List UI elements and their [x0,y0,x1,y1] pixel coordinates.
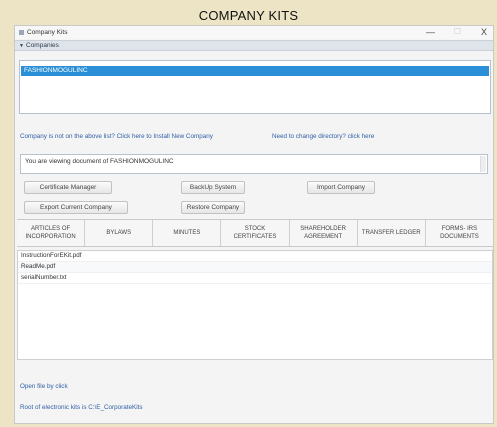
companies-section-header[interactable]: ▼ Companies [15,40,493,51]
tab-bylaws[interactable]: BYLAWS [85,220,154,246]
page-caption: COMPANY KITS [198,8,299,23]
change-directory-link[interactable]: Need to change directory? click here [272,133,374,140]
app-window: Company Kits — ☐ X ▼ Companies FASHIONMO… [14,25,494,424]
close-button[interactable]: X [481,27,487,37]
tab-forms-irs-documents[interactable]: FORMS- IRS DOCUMENTS [425,220,493,246]
tab-minutes[interactable]: MINUTES [153,220,222,246]
window-title: Company Kits [27,29,68,36]
maximize-button[interactable]: ☐ [454,27,461,37]
tab-articles-of-incorporation[interactable]: ARTICLES OF INCORPORATION [17,220,86,246]
file-list-item[interactable]: InstructionForEKit.pdf [18,251,492,262]
document-tabs: ARTICLES OF INCORPORATION BYLAWS MINUTES… [17,219,493,247]
app-icon [19,30,24,35]
title-bar: Company Kits — ☐ X [15,26,493,39]
document-status-text: You are viewing document of FASHIONMOGUL… [25,158,174,165]
company-list[interactable]: FASHIONMOGULINC [19,60,491,114]
company-list-item[interactable]: FASHIONMOGULINC [21,66,489,76]
companies-section-label: Companies [26,42,59,49]
collapse-arrow-icon[interactable]: ▼ [19,43,24,49]
export-current-company-button[interactable]: Export Current Company [24,201,128,214]
restore-company-button[interactable]: Restore Company [181,201,245,214]
tab-transfer-ledger[interactable]: TRANSFER LEDGER [357,220,426,246]
root-directory-text: Root of electronic kits is C:\E_Corporat… [20,404,143,411]
import-company-button[interactable]: Import Company [307,181,375,194]
open-file-hint: Open file by click [20,383,68,390]
install-company-link[interactable]: Company is not on the above list? Click … [20,133,213,140]
backup-system-button[interactable]: BackUp System [181,181,245,194]
status-scrollbar[interactable] [480,156,486,172]
file-list-item[interactable]: serialNumber.txt [18,273,492,284]
tab-stock-certificates[interactable]: STOCK CERTIFICATES [221,220,290,246]
document-status-field: You are viewing document of FASHIONMOGUL… [20,154,488,174]
file-list-item[interactable]: ReadMe.pdf [18,262,492,273]
file-list[interactable]: InstructionForEKit.pdf ReadMe.pdf serial… [17,250,493,360]
minimize-button[interactable]: — [426,27,435,37]
tab-shareholder-agreement[interactable]: SHAREHOLDER AGREEMENT [289,220,358,246]
certificate-manager-button[interactable]: Certificate Manager [24,181,112,194]
